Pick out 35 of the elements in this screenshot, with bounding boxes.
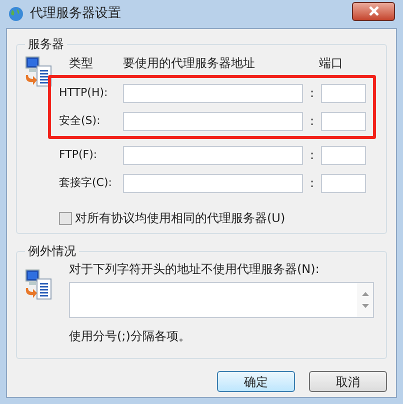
field-label: 安全(S): — [59, 112, 102, 129]
input-field[interactable] — [123, 84, 303, 102]
checkbox-label: 对所有协议均使用相同的代理服务器(U) — [75, 210, 286, 227]
column-header: 类型 — [68, 55, 94, 72]
scroll-up-icon[interactable] — [362, 292, 368, 296]
computer-document-icon — [23, 55, 53, 89]
colon-separator: : — [308, 175, 316, 192]
close-icon — [368, 6, 380, 16]
field-label: HTTP(H): — [59, 84, 109, 101]
input-field[interactable] — [321, 174, 366, 192]
input-field[interactable] — [123, 146, 303, 164]
globe-icon — [8, 6, 24, 22]
dialog-button[interactable]: 取消 — [309, 371, 387, 392]
colon-separator: : — [308, 147, 316, 164]
input-field[interactable] — [321, 84, 366, 102]
text-area[interactable] — [69, 282, 374, 318]
colon-separator: : — [308, 85, 316, 102]
column-header: 要使用的代理服务器地址 — [123, 55, 256, 72]
field-label: 套接字(C): — [59, 174, 113, 191]
input-field[interactable] — [321, 112, 366, 130]
colon-separator: : — [308, 113, 316, 130]
input-field[interactable] — [123, 174, 303, 192]
window-title: 代理服务器设置 — [30, 5, 122, 24]
group-title: 服务器 — [25, 36, 67, 52]
input-field[interactable] — [123, 112, 303, 130]
dialog-button[interactable]: 确定 — [217, 371, 295, 392]
field-label: FTP(F): — [59, 146, 98, 163]
instruction-text: 对于下列字符开头的地址不使用代理服务器(N): — [69, 261, 320, 278]
computer-document-icon — [23, 268, 53, 302]
close-button[interactable] — [352, 2, 395, 20]
group-title: 例外情况 — [25, 243, 79, 259]
input-field[interactable] — [321, 146, 366, 164]
scroll-down-icon[interactable] — [362, 304, 368, 308]
column-header: 端口 — [319, 55, 343, 72]
hint-text: 使用分号(;)分隔各项。 — [69, 328, 192, 345]
